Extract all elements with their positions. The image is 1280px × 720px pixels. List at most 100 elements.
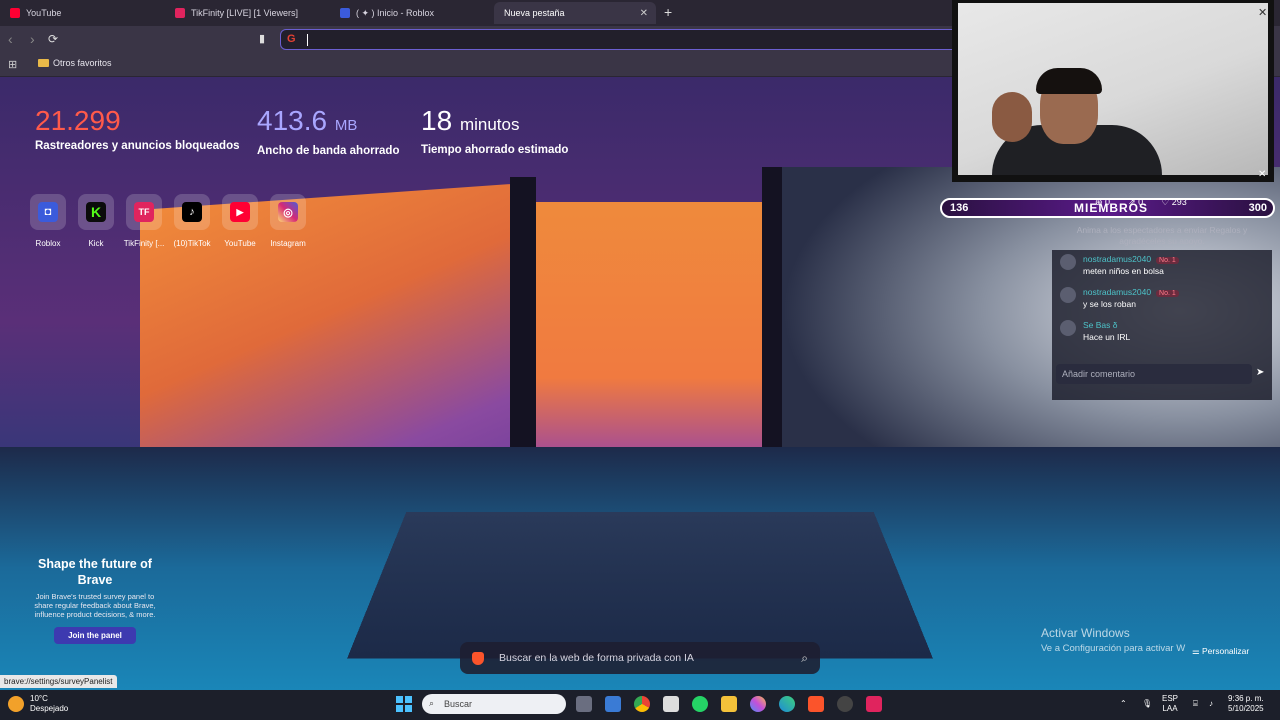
chat-username: Se Bas δ — [1083, 320, 1118, 330]
personalize-label: Personalizar — [1202, 646, 1249, 656]
file-explorer-icon[interactable] — [721, 696, 737, 712]
watermark-line2: Ve a Configuración para activar W — [1041, 641, 1185, 656]
network-icon[interactable]: ⌸ — [1193, 699, 1198, 709]
promo-title: Shape the future of Brave — [30, 556, 160, 588]
volume-icon[interactable]: ♪ — [1209, 699, 1213, 709]
webcam-overlay — [952, 0, 1274, 182]
personalize-button[interactable]: ⚌ Personalizar — [1192, 646, 1249, 657]
shares-stat: ⇗ 0 — [1128, 197, 1143, 208]
start-button[interactable] — [396, 696, 412, 712]
microphone-icon[interactable]: 🎙 — [1142, 699, 1152, 709]
tab-title: Nueva pestaña — [504, 8, 565, 18]
clock-time: 9:36 p. m. — [1228, 694, 1264, 704]
top-site-tiktok[interactable]: ♪ (10)TikTok — [168, 194, 216, 248]
top-site-roblox[interactable]: ◘ Roblox — [24, 194, 72, 248]
text-cursor — [307, 34, 308, 46]
chevron-up-icon[interactable]: ⌃ — [1120, 699, 1127, 709]
weather-widget[interactable]: 10°C Despejado — [8, 694, 68, 714]
copilot-icon[interactable] — [750, 696, 766, 712]
bookmark-folder-otros[interactable]: Otros favoritos — [38, 58, 112, 68]
bandwidth-label: Ancho de banda ahorrado — [257, 145, 400, 157]
search-icon: ⌕ — [429, 698, 434, 709]
top-site-tikfinity[interactable]: TF TikFinity [... — [120, 194, 168, 248]
apps-grid-icon[interactable]: ⊞ — [8, 58, 17, 71]
top-site-label: (10)TikTok — [168, 239, 216, 248]
goal-target: 300 — [1249, 202, 1267, 214]
back-icon[interactable]: ‹ — [8, 31, 13, 47]
live-stats: ⊕ 0 ⇗ 0 ♡ 293 — [1095, 197, 1187, 208]
language-code: ESP — [1162, 694, 1178, 704]
chat-username: nostradamus2040 No. 1 — [1083, 287, 1179, 297]
clock[interactable]: 9:36 p. m. 5/10/2025 — [1228, 694, 1264, 714]
chat-text: y se los roban — [1083, 299, 1136, 309]
time-value: 18 — [421, 105, 452, 136]
top-site-label: TikFinity [... — [120, 239, 168, 248]
rank-badge: No. 1 — [1156, 290, 1179, 297]
roblox-icon[interactable] — [663, 696, 679, 712]
tab-roblox[interactable]: ( ✦ ) Inicio - Roblox — [330, 2, 495, 24]
bookmark-icon[interactable]: ▮ — [259, 32, 265, 45]
close-icon[interactable]: ✕ — [1258, 169, 1266, 180]
chat-username: nostradamus2040 No. 1 — [1083, 254, 1179, 264]
tab-youtube[interactable]: YouTube — [0, 2, 165, 24]
bookmark-folder-label: Otros favoritos — [53, 58, 112, 68]
likes-stat: ♡ 293 — [1161, 197, 1187, 208]
stat-trackers: 21.299 Rastreadores y anuncios bloqueado… — [35, 103, 240, 152]
store-icon[interactable] — [605, 696, 621, 712]
time-label: Tiempo ahorrado estimado — [421, 144, 568, 156]
edge-icon[interactable] — [779, 696, 795, 712]
top-site-kick[interactable]: K Kick — [72, 194, 120, 248]
roblox-icon — [340, 8, 350, 18]
join-panel-button[interactable]: Join the panel — [54, 627, 136, 644]
windows-taskbar: 10°C Despejado Buscar ⌕ ⌃ 🎙 ESP LAA ⌸ ♪ … — [0, 690, 1280, 720]
follows-stat: ⊕ 0 — [1095, 197, 1110, 208]
bandwidth-value: 413.6 — [257, 105, 327, 136]
top-site-instagram[interactable]: ◎ Instagram — [264, 194, 312, 248]
follows-count: 0 — [1105, 197, 1110, 207]
rank-badge: No. 1 — [1156, 257, 1179, 264]
search-box[interactable]: Buscar en la web de forma privada con IA… — [460, 642, 820, 674]
trackers-value: 21.299 — [35, 103, 240, 139]
stat-time: 18 minutos Tiempo ahorrado estimado — [421, 103, 568, 156]
brave-lion-icon — [472, 652, 484, 665]
close-icon[interactable]: ✕ — [1258, 6, 1267, 19]
taskbar-search[interactable]: Buscar — [422, 694, 566, 714]
bandwidth-unit: MB — [335, 117, 358, 134]
reload-icon[interactable]: ⟳ — [48, 32, 58, 46]
tab-tikfinity[interactable]: TikFinity [LIVE] [1 Viewers] — [165, 2, 330, 24]
obs-icon[interactable] — [837, 696, 853, 712]
language-indicator[interactable]: ESP LAA — [1162, 694, 1178, 714]
roblox-icon: ◘ — [38, 202, 58, 222]
search-placeholder: Buscar en la web de forma privada con IA — [499, 652, 801, 664]
avatar — [1060, 287, 1076, 303]
console-desk — [347, 512, 933, 659]
search-icon[interactable]: ⌕ — [801, 651, 808, 666]
send-icon[interactable]: ➤ — [1256, 367, 1264, 378]
survey-panel-promo: Shape the future of Brave Join Brave's t… — [30, 556, 160, 644]
tikfinity-icon — [175, 8, 185, 18]
whatsapp-icon[interactable] — [692, 696, 708, 712]
tikfinity-icon: TF — [134, 202, 154, 222]
youtube-icon: ▶ — [230, 202, 250, 222]
brave-icon[interactable] — [808, 696, 824, 712]
webcam-person-hair — [1036, 68, 1102, 94]
top-site-label: Kick — [72, 239, 120, 248]
task-view-icon[interactable] — [576, 696, 592, 712]
webcam-person-hand — [992, 92, 1032, 142]
language-layout: LAA — [1162, 704, 1178, 714]
youtube-icon — [10, 8, 20, 18]
close-icon[interactable]: ✕ — [640, 8, 648, 19]
kick-icon: K — [86, 202, 106, 222]
forward-icon[interactable]: › — [30, 31, 35, 47]
instagram-icon: ◎ — [278, 202, 298, 222]
comment-input[interactable]: Añadir comentario — [1056, 364, 1252, 384]
new-tab-button[interactable]: + — [664, 4, 672, 20]
chrome-icon[interactable] — [634, 696, 650, 712]
avatar — [1060, 254, 1076, 270]
tab-new-tab[interactable]: Nueva pestaña ✕ — [494, 2, 656, 24]
top-site-youtube[interactable]: ▶ YouTube — [216, 194, 264, 248]
stat-bandwidth: 413.6 MB Ancho de banda ahorrado — [257, 103, 400, 157]
tab-title: TikFinity [LIVE] [1 Viewers] — [191, 8, 298, 18]
top-site-label: YouTube — [216, 239, 264, 248]
tiktok-icon[interactable] — [866, 696, 882, 712]
